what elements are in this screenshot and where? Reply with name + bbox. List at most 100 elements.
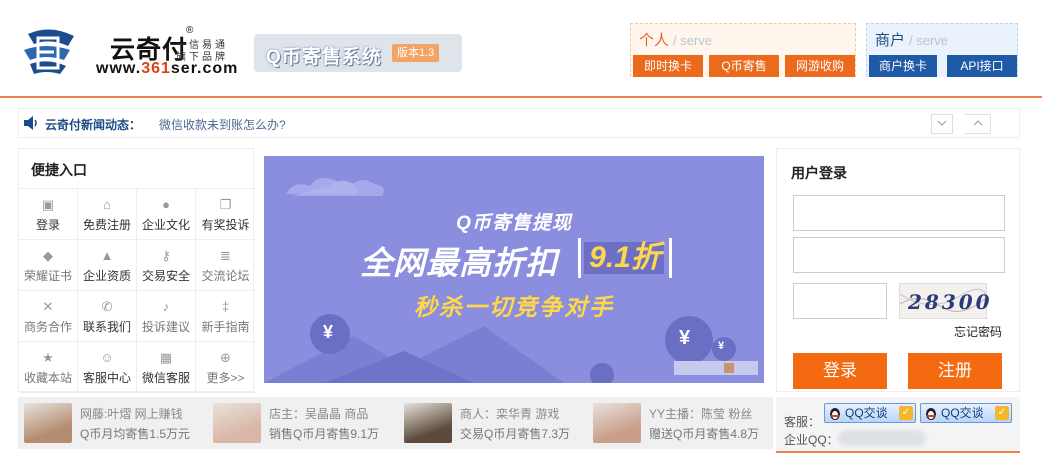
captcha-image[interactable]: 28300	[899, 283, 990, 319]
testimonial-line1: 商人：栾华青 游戏	[460, 407, 560, 421]
site-logo[interactable]: 云奇付 ® 一信易通 旗下品牌 www.361ser.com	[18, 22, 248, 78]
logo-url: www.361ser.com	[96, 60, 239, 77]
bell-icon: ♪	[162, 299, 170, 314]
quick-entry-item[interactable]: ⊕ 更多>>	[196, 342, 255, 393]
testimonial-line2: 交易Q币月寄售7.3万	[460, 427, 571, 441]
promo-banner[interactable]: ¥ ¥ ¥ Q币寄售提现 全网最高折扣 9.1折 秒杀一切竞争对手	[264, 156, 764, 383]
personal-services: 个人 / serve 即时换卡 Q币寄售 网游收购	[630, 23, 856, 77]
qq-penguin-icon	[830, 408, 840, 420]
login-button[interactable]: 登录	[793, 353, 887, 389]
quick-entry-item[interactable]: ▲ 企业资质	[78, 240, 137, 291]
home-icon: ⌂	[103, 197, 111, 212]
coin-icon: ¥	[323, 322, 334, 342]
forgot-password-link[interactable]: 忘记密码	[954, 323, 1002, 340]
quick-entry-label: 免费注册	[82, 218, 131, 232]
username-input[interactable]	[793, 195, 1005, 231]
quick-entry-item[interactable]: ⚷ 交易安全	[137, 240, 196, 291]
quick-entry-label: 投诉建议	[141, 320, 190, 334]
star-icon: ★	[42, 350, 54, 365]
news-prev-button[interactable]	[965, 114, 991, 134]
system-badge: Q币寄售系统 版本1.3	[254, 34, 462, 72]
list-icon: ≣	[220, 248, 231, 263]
quick-entry-item[interactable]: ★ 收藏本站	[19, 342, 78, 393]
quick-entry-label: 微信客服	[141, 371, 190, 385]
quick-entry-item[interactable]: ☺ 客服中心	[78, 342, 137, 393]
testimonial-line1: 网藤:叶熠 网上赚钱	[80, 407, 183, 421]
document-icon: ❐	[219, 197, 232, 212]
quick-entry-item[interactable]: ✕ 商务合作	[19, 291, 78, 342]
captcha-input[interactable]	[793, 283, 887, 319]
quick-entry-label: 交流论坛	[201, 269, 250, 283]
speaker-icon	[24, 116, 37, 130]
arrows-icon: ✕	[42, 299, 54, 314]
password-input[interactable]	[793, 237, 1005, 273]
login-title: 用户登录	[791, 165, 847, 181]
piggy-bank-icon: ●	[162, 197, 170, 212]
captcha-text: 28300	[908, 290, 993, 314]
testimonial-line1: YY主播：陈莹 粉丝	[649, 407, 753, 421]
banner-slogan: 秒杀一切竞争对手	[414, 294, 614, 320]
enterprise-qq-label: 企业QQ：	[784, 433, 839, 447]
check-icon: ✓	[995, 406, 1009, 420]
banner-pagination	[674, 361, 758, 375]
testimonial-card[interactable]: 店主：吴晶晶 商品 销售Q币月寄售9.1万	[207, 397, 393, 449]
testimonial-strip: 网藤:叶熠 网上赚钱 Q币月均寄售1.5万元 店主：吴晶晶 商品 销售Q币月寄售…	[18, 397, 773, 449]
testimonial-card[interactable]: 商人：栾华青 游戏 交易Q币月寄售7.3万	[398, 397, 584, 449]
check-icon: ✓	[899, 406, 913, 420]
testimonial-card[interactable]: 网藤:叶熠 网上赚钱 Q币月均寄售1.5万元	[18, 397, 204, 449]
quick-entry-item[interactable]: ● 企业文化	[137, 189, 196, 240]
testimonial-card[interactable]: YY主播：陈莹 粉丝 赠送Q币月寄售4.8万	[587, 397, 773, 449]
quick-entry-grid: ▣ 登录 ⌂ 免费注册 ● 企业文化 ❐ 有奖投诉 ◆ 荣耀证书 ▲ 企业资质 ⚷ 交易安全 ≣ 交流论坛 ✕ 商…	[19, 188, 255, 393]
banner-headline: 全网最高折扣	[360, 245, 559, 281]
quick-entry-item[interactable]: ▣ 登录	[19, 189, 78, 240]
instant-card-exchange-button[interactable]: 即时换卡	[633, 55, 703, 77]
quick-entry-item[interactable]: ≣ 交流论坛	[196, 240, 255, 291]
quick-entry-label: 荣耀证书	[23, 269, 72, 283]
quick-entry-label: 企业资质	[82, 269, 131, 283]
tag-icon: ◆	[43, 248, 53, 263]
header-divider	[0, 96, 1042, 98]
quick-entry-label: 有奖投诉	[201, 218, 250, 232]
chevron-up-icon	[973, 120, 982, 126]
quick-entry-item[interactable]: ◆ 荣耀证书	[19, 240, 78, 291]
avatar	[213, 403, 261, 443]
quick-entry-label: 收藏本站	[23, 371, 72, 385]
enterprise-qq-value	[838, 430, 926, 446]
logo-mark-icon	[24, 29, 74, 74]
game-purchase-button[interactable]: 网游收购	[785, 55, 855, 77]
register-button[interactable]: 注册	[908, 353, 1002, 389]
key-icon: ⚷	[161, 248, 171, 263]
qcoin-consign-button[interactable]: Q币寄售	[709, 55, 779, 77]
quick-entry-item[interactable]: ‡ 新手指南	[196, 291, 255, 342]
qq-penguin-icon	[926, 408, 936, 420]
quick-entry-item[interactable]: ❐ 有奖投诉	[196, 189, 255, 240]
qq-chat-button[interactable]: QQ交谈 ✓	[920, 403, 1012, 423]
banner-page-dot[interactable]	[724, 363, 734, 373]
quick-entry-title: 便捷入口	[31, 162, 87, 178]
quick-entry-label: 联系我们	[82, 320, 131, 334]
quick-entry-label: 交易安全	[141, 269, 190, 283]
quick-entry-label: 客服中心	[82, 371, 131, 385]
api-interface-button[interactable]: API接口	[947, 55, 1017, 77]
news-next-button[interactable]	[931, 114, 953, 134]
personal-title: 个人 / serve	[639, 32, 713, 49]
avatar	[24, 403, 72, 443]
quick-entry-label: 更多>>	[206, 371, 245, 385]
lock-icon: ▲	[100, 248, 114, 263]
banner-subtitle: Q币寄售提现	[456, 213, 572, 234]
chevron-down-icon	[937, 120, 947, 126]
qq-chat-button[interactable]: QQ交谈 ✓	[824, 403, 916, 423]
quick-entry-label: 企业文化	[141, 218, 190, 232]
news-title: 云奇付新闻动态：	[45, 118, 142, 132]
quick-entry-label: 登录	[35, 218, 60, 232]
quick-entry-item[interactable]: ▦ 微信客服	[137, 342, 196, 393]
banner-discount-tag: 9.1折	[578, 238, 672, 278]
merchant-card-exchange-button[interactable]: 商户换卡	[869, 55, 937, 77]
system-name: Q币寄售系统	[266, 47, 382, 68]
news-link[interactable]: 微信收款未到账怎么办?	[159, 116, 286, 133]
plus-circle-icon: ⊕	[220, 350, 231, 365]
quick-entry-item[interactable]: ✆ 联系我们	[78, 291, 137, 342]
quick-entry-item[interactable]: ⌂ 免费注册	[78, 189, 137, 240]
coin-icon: ¥	[718, 340, 725, 352]
quick-entry-item[interactable]: ♪ 投诉建议	[137, 291, 196, 342]
